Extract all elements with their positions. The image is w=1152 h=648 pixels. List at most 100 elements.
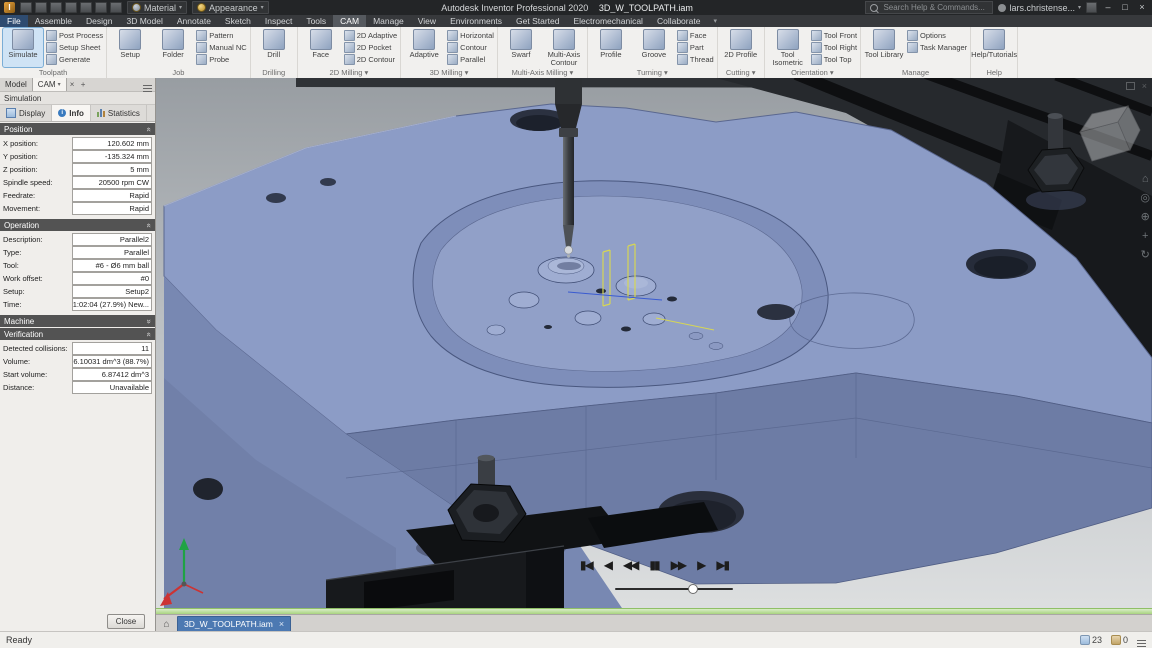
print-icon[interactable] <box>80 2 92 13</box>
field-value-detected-collisions[interactable]: 11 <box>72 342 152 355</box>
menu-tab-design[interactable]: Design <box>79 15 119 27</box>
ribbon-button-task-manager[interactable]: Task Manager <box>907 42 967 53</box>
application-menu-icon[interactable] <box>20 2 32 13</box>
menu-tab-get-started[interactable]: Get Started <box>509 15 566 27</box>
save-icon[interactable] <box>35 2 47 13</box>
user-account[interactable]: lars.christense... ▾ <box>998 3 1081 13</box>
home-icon[interactable]: ⌂ <box>1142 174 1149 185</box>
field-value-start-volume[interactable]: 6.87412 dm^3 <box>72 368 152 381</box>
tab-info[interactable]: i Info <box>52 105 91 121</box>
ribbon-group-label-job[interactable]: Job <box>110 67 247 78</box>
ribbon-button-drill[interactable]: Drill <box>254 28 294 67</box>
field-value-volume[interactable]: 6.10031 dm^3 (88.7%) <box>72 355 152 368</box>
ribbon-button-profile[interactable]: Profile <box>591 28 631 67</box>
minimize-button[interactable]: – <box>1102 0 1114 15</box>
ribbon-button-pattern[interactable]: Pattern <box>196 30 247 41</box>
ribbon-button-groove[interactable]: Groove <box>634 28 674 67</box>
tab-display[interactable]: Display <box>0 105 52 121</box>
menu-tab-sketch[interactable]: Sketch <box>218 15 258 27</box>
field-value-distance[interactable]: Unavailable <box>72 381 152 394</box>
close-window-button[interactable]: × <box>1136 0 1148 15</box>
playback-timeline[interactable] <box>615 588 733 590</box>
menu-tab-tools[interactable]: Tools <box>299 15 333 27</box>
ribbon-button-horizontal[interactable]: Horizontal <box>447 30 494 41</box>
close-simulation-button[interactable]: Close <box>107 614 145 629</box>
status-menu-icon[interactable] <box>1137 640 1146 641</box>
document-tab[interactable]: 3D_W_TOOLPATH.iam × <box>177 616 291 632</box>
navigation-wheel-icon[interactable]: ◎ <box>1140 193 1150 204</box>
ribbon-group-label-3d-milling[interactable]: 3D Milling ▾ <box>404 67 494 78</box>
help-search-box[interactable] <box>865 1 993 14</box>
close-document-icon[interactable]: × <box>1142 81 1147 91</box>
playback-step-forward-button[interactable]: ▶ <box>697 558 704 572</box>
ribbon-button-tool-isometric[interactable]: Tool Isometric <box>768 28 808 67</box>
ribbon-group-label-turning[interactable]: Turning ▾ <box>591 67 714 78</box>
ribbon-button-setup[interactable]: Setup <box>110 28 150 67</box>
playback-pause-button[interactable]: ▮▮ <box>649 558 658 572</box>
browser-menu-icon[interactable] <box>143 85 152 86</box>
playback-skip-to-end-button[interactable]: ▶▮ <box>716 558 728 572</box>
menu-tab-assemble[interactable]: Assemble <box>28 15 79 27</box>
ribbon-button-probe[interactable]: Probe <box>196 54 247 65</box>
menu-tab-cam[interactable]: CAM <box>333 15 366 27</box>
ribbon-button-tool-right[interactable]: Tool Right <box>811 42 857 53</box>
undo-icon[interactable] <box>50 2 62 13</box>
field-value-z-position[interactable]: 5 mm <box>72 163 152 176</box>
ribbon-button-thread[interactable]: Thread <box>677 54 714 65</box>
ribbon-group-label-2d-milling[interactable]: 2D Milling ▾ <box>301 67 397 78</box>
playback-fast-forward-button[interactable]: ▶▶ <box>671 558 685 572</box>
ribbon-button-2d-pocket[interactable]: 2D Pocket <box>344 42 397 53</box>
ribbon-button-face[interactable]: Face <box>677 30 714 41</box>
playback-skip-to-start-button[interactable]: ▮◀ <box>580 558 592 572</box>
zoom-icon[interactable]: ⊕ <box>1141 212 1150 223</box>
viewport[interactable]: × ⌂◎⊕+↻ ▮◀◀◀◀▮▮▶▶▶▶▮ <box>156 78 1152 614</box>
ribbon-group-label-manage[interactable]: Manage <box>864 67 967 78</box>
browser-tab-model[interactable]: Model <box>0 78 32 91</box>
field-value-spindle-speed[interactable]: 20500 rpm CW <box>72 176 152 189</box>
maximize-button[interactable]: □ <box>1119 0 1131 15</box>
collapse-icon[interactable]: « <box>144 127 153 131</box>
ribbon-button-parallel[interactable]: Parallel <box>447 54 494 65</box>
ribbon-button-setup-sheet[interactable]: Setup Sheet <box>46 42 103 53</box>
material-dropdown[interactable]: Material ▾ <box>127 1 187 14</box>
browser-tab-add-button[interactable]: + <box>78 78 89 91</box>
menu-tab-collaborate[interactable]: Collaborate <box>650 15 707 27</box>
ribbon-button-folder[interactable]: Folder <box>153 28 193 67</box>
ribbon-button-tool-library[interactable]: Tool Library <box>864 28 904 67</box>
field-value-movement[interactable]: Rapid <box>72 202 152 215</box>
home-icon[interactable]: ⌂ <box>159 619 174 630</box>
menu-tab-file[interactable]: File <box>0 15 28 27</box>
ribbon-collapse-icon[interactable]: ▾ <box>713 15 717 27</box>
ribbon-button-2d-adaptive[interactable]: 2D Adaptive <box>344 30 397 41</box>
ribbon-button-2d-contour[interactable]: 2D Contour <box>344 54 397 65</box>
ribbon-button-post-process[interactable]: Post Process <box>46 30 103 41</box>
browser-tab-cam[interactable]: CAM ▾ <box>32 78 67 91</box>
ribbon-group-label-cutting[interactable]: Cutting ▾ <box>721 67 761 78</box>
menu-tab-environments[interactable]: Environments <box>443 15 509 27</box>
ribbon-group-label-help[interactable]: Help <box>974 67 1014 78</box>
close-icon[interactable]: × <box>279 619 284 629</box>
ribbon-button-generate[interactable]: Generate <box>46 54 103 65</box>
ribbon-button-adaptive[interactable]: Adaptive <box>404 28 444 67</box>
collapse-icon[interactable]: « <box>144 223 153 227</box>
menu-tab-electromechanical[interactable]: Electromechanical <box>567 15 650 27</box>
field-value-x-position[interactable]: 120.602 mm <box>72 137 152 150</box>
ribbon-button-simulate[interactable]: Simulate <box>3 28 43 67</box>
refresh-icon[interactable] <box>110 2 122 13</box>
ribbon-button-2d-profile[interactable]: 2D Profile <box>721 28 761 67</box>
section-header-machine[interactable]: Machine» <box>0 315 155 327</box>
cart-icon[interactable] <box>1086 2 1097 13</box>
field-value-feedrate[interactable]: Rapid <box>72 189 152 202</box>
field-value-tool[interactable]: #6 - Ø6 mm ball <box>72 259 152 272</box>
section-header-verification[interactable]: Verification« <box>0 328 155 340</box>
ribbon-button-part[interactable]: Part <box>677 42 714 53</box>
ribbon-button-options[interactable]: Options <box>907 30 967 41</box>
collapse-icon[interactable]: « <box>144 332 153 336</box>
field-value-y-position[interactable]: -135.324 mm <box>72 150 152 163</box>
ribbon-button-help-tutorials[interactable]: Help/Tutorials <box>974 28 1014 67</box>
ribbon-group-label-orientation[interactable]: Orientation ▾ <box>768 67 857 78</box>
ribbon-group-label-drilling[interactable]: Drilling <box>254 67 294 78</box>
section-header-operation[interactable]: Operation« <box>0 219 155 231</box>
orbit-icon[interactable]: ↻ <box>1141 250 1150 261</box>
field-value-description[interactable]: Parallel2 <box>72 233 152 246</box>
